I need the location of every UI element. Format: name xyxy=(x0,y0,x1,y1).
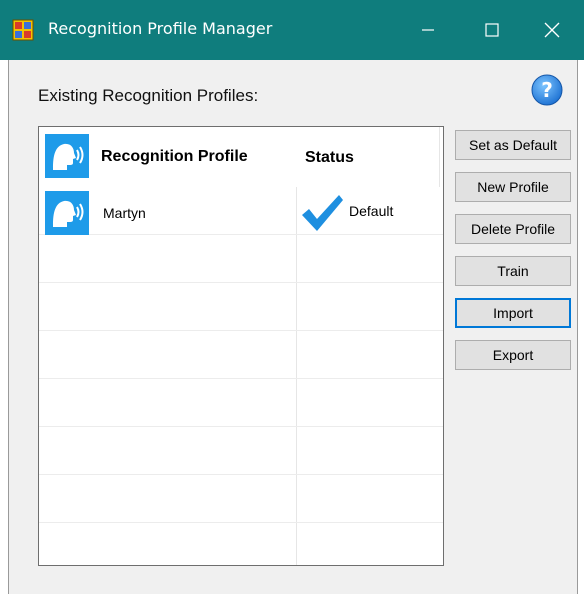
table-row[interactable] xyxy=(39,283,443,331)
maximize-button[interactable] xyxy=(460,0,524,60)
import-button[interactable]: Import xyxy=(455,298,571,328)
table-row[interactable] xyxy=(39,427,443,475)
recognition-profile-manager-window: Recognition Profile Manager Existing Rec… xyxy=(0,0,584,594)
profiles-heading: Existing Recognition Profiles: xyxy=(38,86,259,105)
table-row[interactable] xyxy=(39,523,443,565)
column-header-status-label: Status xyxy=(305,149,354,166)
speaking-head-icon xyxy=(45,191,89,235)
table-row[interactable] xyxy=(39,379,443,427)
dialog-client-area: Existing Recognition Profiles: ? Recogni… xyxy=(8,60,578,594)
set-default-button[interactable]: Set as Default xyxy=(455,130,571,160)
table-row[interactable]: Martyn Default xyxy=(39,187,443,235)
help-question-icon[interactable]: ? xyxy=(531,74,563,106)
export-button[interactable]: Export xyxy=(455,340,571,370)
window-title: Recognition Profile Manager xyxy=(48,19,273,38)
app-icon xyxy=(12,19,34,41)
list-header: Recognition Profile Status xyxy=(39,127,443,187)
profile-status: Default xyxy=(349,203,394,219)
minimize-icon xyxy=(422,29,434,31)
train-button[interactable]: Train xyxy=(455,256,571,286)
header-separator xyxy=(439,127,440,187)
maximize-icon xyxy=(485,23,499,37)
profile-name: Martyn xyxy=(103,205,146,221)
close-icon xyxy=(544,22,560,38)
close-button[interactable] xyxy=(520,0,584,60)
profiles-list[interactable]: Recognition Profile Status Martyn Defaul… xyxy=(38,126,444,566)
new-profile-button[interactable]: New Profile xyxy=(455,172,571,202)
column-header-profile[interactable]: Recognition Profile xyxy=(39,127,296,187)
delete-profile-button[interactable]: Delete Profile xyxy=(455,214,571,244)
table-row[interactable] xyxy=(39,331,443,379)
speaking-head-icon xyxy=(45,134,89,178)
svg-text:?: ? xyxy=(541,78,553,102)
minimize-button[interactable] xyxy=(396,0,460,60)
column-header-profile-label: Recognition Profile xyxy=(101,148,248,165)
checkmark-icon xyxy=(302,195,343,231)
column-header-status[interactable]: Status xyxy=(297,127,443,187)
title-bar[interactable]: Recognition Profile Manager xyxy=(0,0,584,60)
table-row[interactable] xyxy=(39,235,443,283)
table-row[interactable] xyxy=(39,475,443,523)
